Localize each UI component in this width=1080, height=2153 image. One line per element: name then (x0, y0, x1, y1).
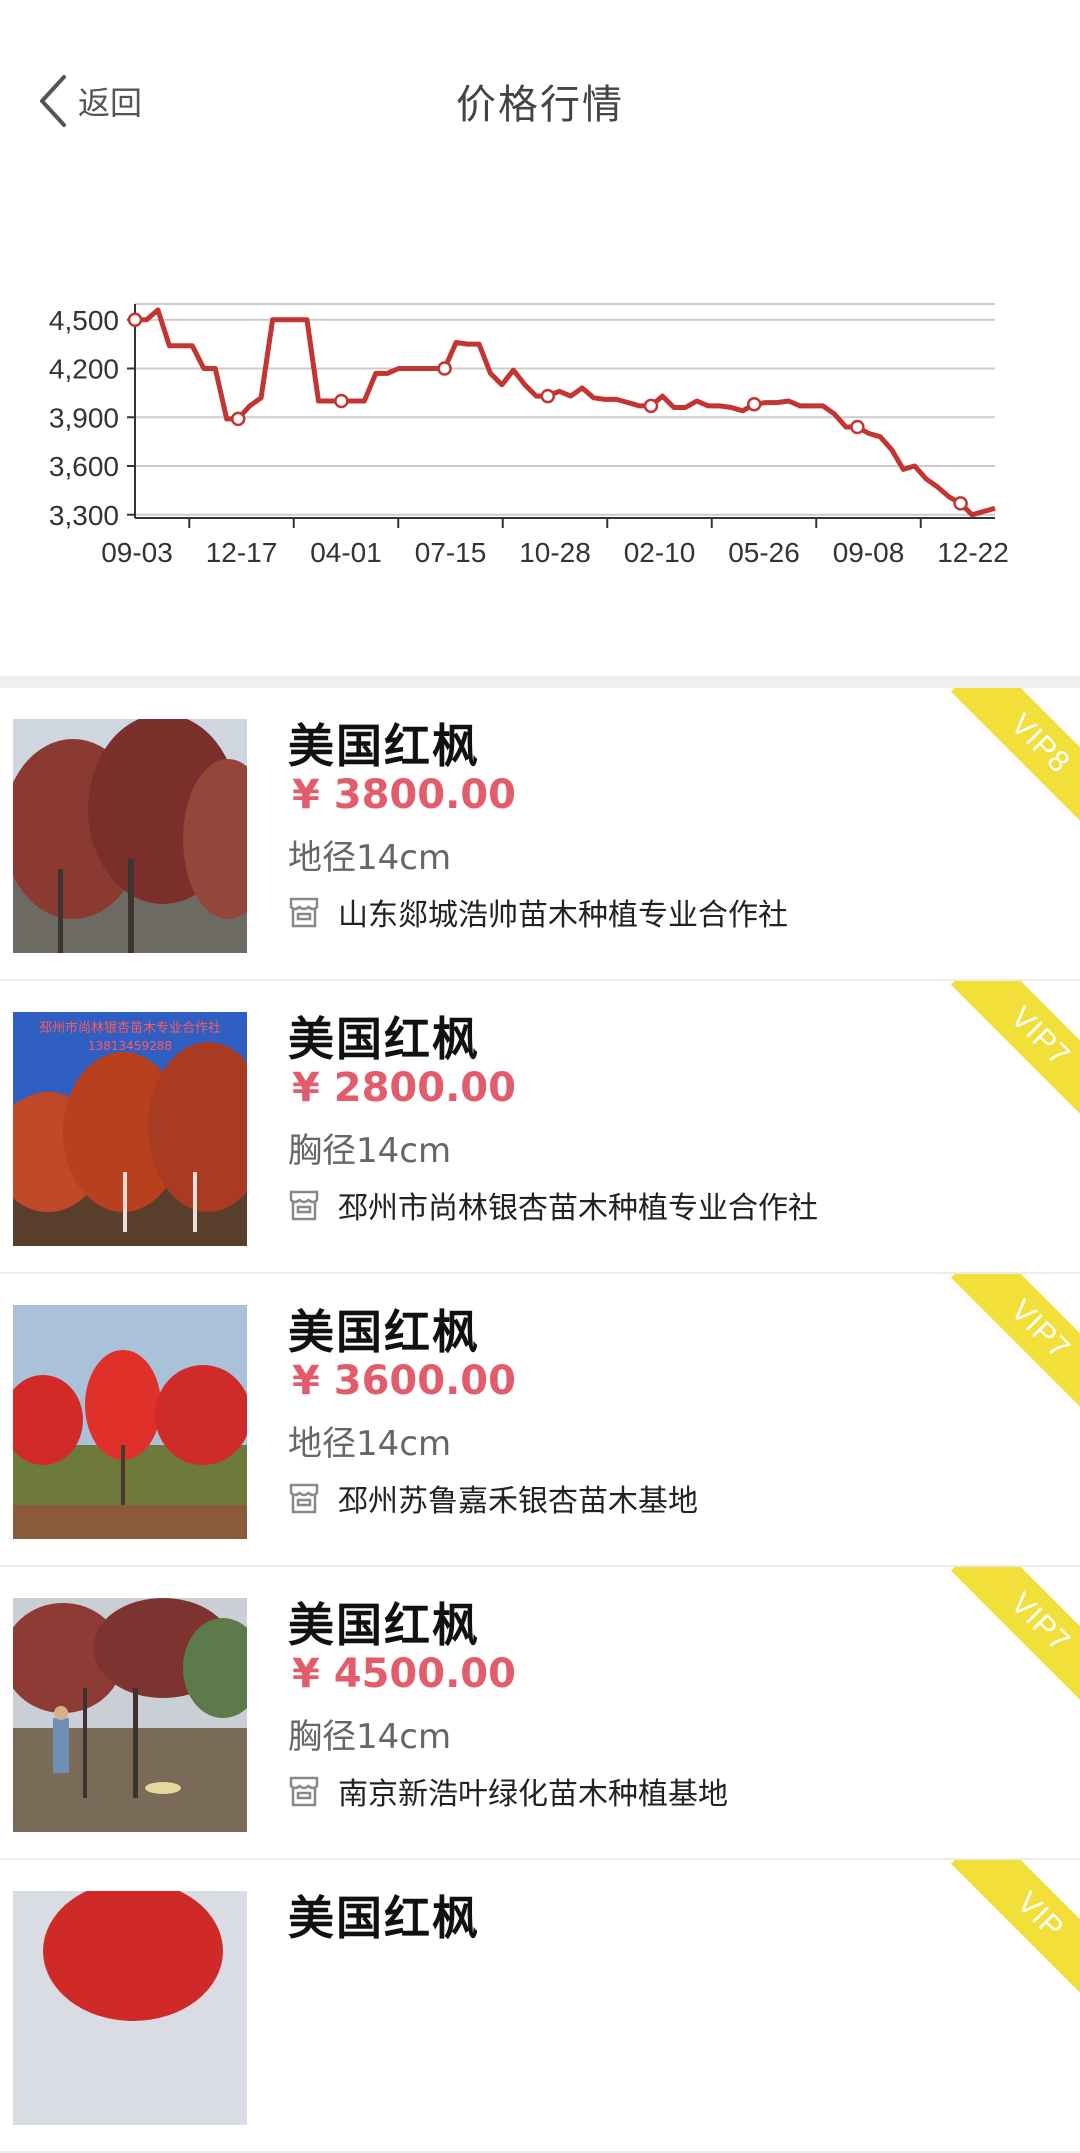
vendor-name: 山东郯城浩帅苗木种植专业合作社 (338, 898, 788, 933)
thumb-watermark-line-1: 邳州市尚林银杏苗木专业合作社 (39, 1020, 221, 1036)
vip-badge: VIP8 (950, 688, 1080, 828)
data-point (540, 388, 556, 404)
product-name: 美国红枫 (288, 1305, 480, 1359)
data-point (953, 496, 968, 511)
y-tick-label: 4,500 (49, 305, 119, 336)
product-price: ¥ 4500.00 (292, 1651, 516, 1697)
list-item[interactable]: 美国红枫 ¥ 3800.00 地径14cm 山东郯城浩帅苗木种植专业合作社 VI… (0, 688, 1080, 981)
vip-ribbon: VIP (940, 1860, 1080, 2000)
vip-badge: VIP7 (950, 1567, 1080, 1707)
price-chart: 4,500 4,200 3,900 3,600 3,300 09-03 12-17 04-01… (0, 290, 1080, 590)
vendor-name: 邳州苏鲁嘉禾银杏苗木基地 (338, 1484, 698, 1519)
x-tick-label: 10-28 (519, 537, 591, 568)
vip-ribbon: VIP8 (940, 688, 1080, 828)
list-item[interactable]: 美国红枫 ¥ 4500.00 胸径14cm 南京新浩叶绿化苗木种植基地 VIP7 (0, 1567, 1080, 1860)
vendor-row[interactable]: 邳州市尚林银杏苗木种植专业合作社 (288, 1183, 818, 1227)
page-title: 价格行情 (456, 82, 624, 128)
store-icon (289, 1776, 319, 1807)
product-spec: 地径14cm (288, 1424, 452, 1464)
product-thumbnail: 邳州市尚林银杏苗木专业合作社 13813459288 (13, 1012, 247, 1246)
product-name: 美国红枫 (288, 1891, 480, 1945)
x-tick-label: 09-03 (101, 537, 173, 568)
vip-badge: VIP7 (950, 981, 1080, 1121)
data-point (746, 397, 762, 412)
list-item[interactable]: 美国红枫 ¥ 3600.00 地径14cm 邳州苏鲁嘉禾银杏苗木基地 VIP7 (0, 1274, 1080, 1567)
nav-bar: 返回 价格行情 (0, 0, 1080, 200)
y-tick-label: 3,600 (49, 451, 119, 482)
product-spec: 胸径14cm (288, 1131, 452, 1171)
data-point (643, 398, 659, 414)
product-thumbnail (13, 1598, 247, 1832)
data-point (850, 419, 865, 435)
y-tick-label: 3,900 (49, 402, 119, 433)
product-price: ¥ 3600.00 (292, 1358, 516, 1404)
product-spec: 胸径14cm (288, 1717, 452, 1757)
vendor-row[interactable]: 南京新浩叶绿化苗木种植基地 (288, 1769, 728, 1813)
list-item[interactable]: 美国红枫 VIP (0, 1860, 1080, 2153)
y-tick-label: 4,200 (49, 354, 119, 385)
section-divider (0, 676, 1080, 688)
vip-badge: VIP (950, 1860, 1080, 2000)
data-point (334, 393, 349, 409)
chart-svg: 4,500 4,200 3,900 3,600 3,300 09-03 12-17 04-01… (49, 303, 1009, 568)
list-item[interactable]: 邳州市尚林银杏苗木专业合作社 13813459288 美国红枫 ¥ 2800.0… (0, 981, 1080, 1274)
store-icon (289, 897, 319, 928)
product-price: ¥ 3800.00 (292, 772, 516, 818)
series-line (135, 307, 996, 518)
vendor-row[interactable]: 山东郯城浩帅苗木种植专业合作社 (288, 890, 788, 934)
store-icon (289, 1190, 319, 1221)
x-tick-label: 07-15 (415, 537, 487, 568)
y-tick-label: 3,300 (49, 500, 119, 531)
data-point (127, 312, 143, 327)
store-icon (289, 1483, 319, 1514)
product-name: 美国红枫 (288, 1598, 480, 1652)
product-thumbnail (13, 1305, 247, 1539)
x-tick-label: 12-17 (206, 537, 278, 568)
product-thumbnail (13, 1891, 247, 2125)
x-tick-label: 04-01 (310, 537, 382, 568)
vendor-name: 南京新浩叶绿化苗木种植基地 (338, 1777, 728, 1812)
vip-ribbon: VIP7 (940, 1567, 1080, 1707)
x-tick-label: 02-10 (624, 537, 696, 568)
product-price: ¥ 2800.00 (292, 1065, 516, 1111)
vip-ribbon: VIP7 (940, 1274, 1080, 1414)
data-point (230, 411, 246, 427)
vip-badge: VIP7 (950, 1274, 1080, 1414)
price-line-chart: 4,500 4,200 3,900 3,600 3,300 09-03 12-17 04-01… (0, 290, 1080, 590)
x-tick-label: 05-26 (728, 537, 800, 568)
vip-ribbon: VIP7 (940, 981, 1080, 1121)
data-point (437, 361, 452, 376)
x-tick-label: 09-08 (833, 537, 905, 568)
product-list: 美国红枫 ¥ 3800.00 地径14cm 山东郯城浩帅苗木种植专业合作社 VI… (0, 688, 1080, 2153)
product-thumbnail (13, 719, 247, 953)
product-name: 美国红枫 (288, 719, 480, 773)
thumb-watermark-line-2: 13813459288 (88, 1039, 172, 1053)
x-tick-label: 12-22 (937, 537, 1009, 568)
vendor-row[interactable]: 邳州苏鲁嘉禾银杏苗木基地 (288, 1476, 698, 1520)
product-name: 美国红枫 (288, 1012, 480, 1066)
vendor-name: 邳州市尚林银杏苗木种植专业合作社 (338, 1191, 818, 1226)
product-spec: 地径14cm (288, 838, 452, 878)
